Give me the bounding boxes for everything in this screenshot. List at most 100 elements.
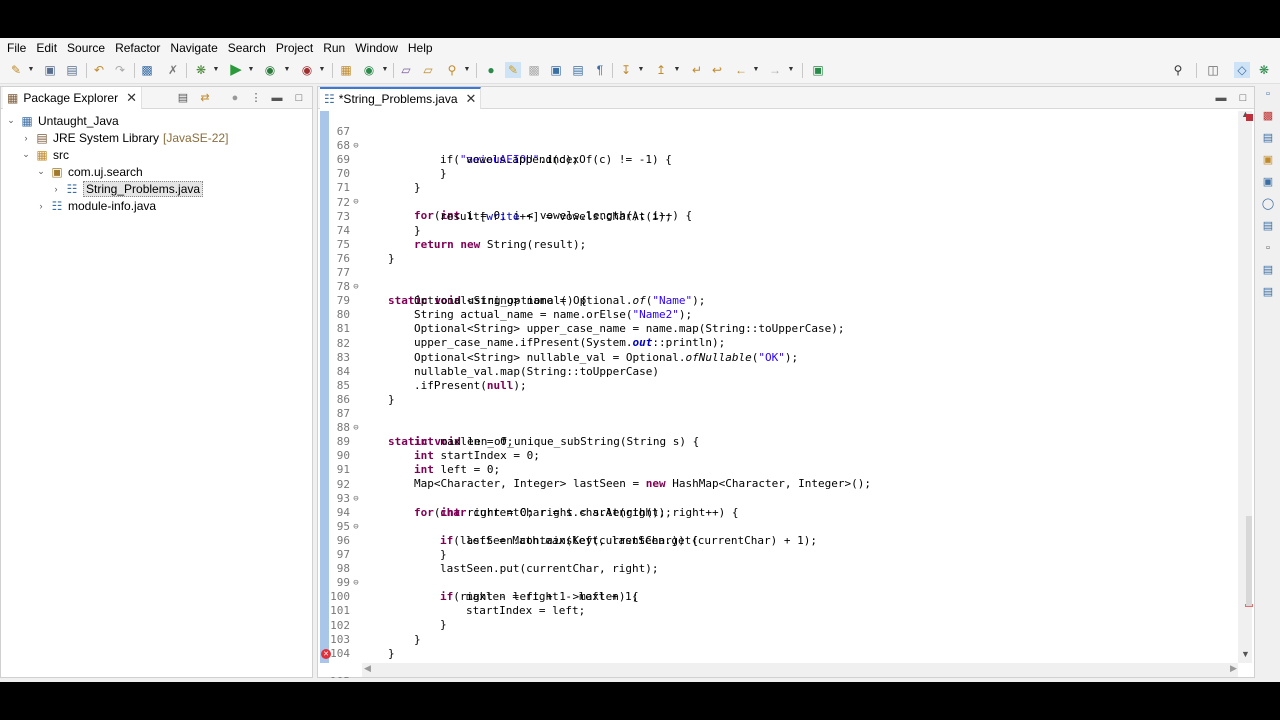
outline-icon[interactable]: ▩: [1260, 108, 1276, 124]
highlight-icon[interactable]: ✎: [505, 62, 521, 78]
coverage-icon[interactable]: ◉: [262, 62, 278, 78]
coverage-dropdown-icon[interactable]: ▼: [283, 62, 291, 78]
menu-source[interactable]: Source: [63, 38, 109, 58]
scroll-down-icon[interactable]: ▼: [1241, 649, 1250, 659]
tree-item-package[interactable]: ⌄ ▣ com.uj.search: [35, 163, 142, 180]
undo-icon[interactable]: ↶: [91, 62, 107, 78]
filter-icon[interactable]: ●: [227, 90, 243, 106]
forward-icon[interactable]: →: [767, 62, 783, 78]
package-explorer-tab[interactable]: ▦ Package Explorer ✕: [3, 87, 142, 109]
tree-item-module-info[interactable]: › ☷ module-info.java: [35, 197, 157, 214]
code-line: 85 }: [318, 365, 1238, 406]
back-history-icon[interactable]: ↩: [709, 62, 725, 78]
expanded-icon[interactable]: ⌄: [35, 166, 47, 177]
menu-window[interactable]: Window: [351, 38, 402, 58]
previous-annotation-icon[interactable]: ↥: [653, 62, 669, 78]
skip-breakpoints-icon[interactable]: ✗: [165, 62, 181, 78]
tree-item-jre[interactable]: › ▤ JRE System Library [JavaSE-22]: [20, 129, 229, 146]
forward-dropdown-icon[interactable]: ▼: [787, 62, 795, 78]
package-explorer-view: ▦ Package Explorer ✕ ▤ ⇄ ● ⋮ ▬ □ ⌄ ▦ Unt…: [0, 86, 313, 678]
menu-help[interactable]: Help: [404, 38, 437, 58]
java-perspective-icon[interactable]: ◇: [1234, 62, 1250, 78]
new-class-dropdown-icon[interactable]: ▼: [381, 62, 389, 78]
search-icon[interactable]: ⚲: [1170, 62, 1186, 78]
console-icon[interactable]: ▣: [1260, 174, 1276, 190]
search-tool-icon[interactable]: ⚲: [444, 62, 460, 78]
task-list-icon[interactable]: ▤: [1260, 130, 1276, 146]
problems-icon[interactable]: ◯: [1260, 196, 1276, 212]
expanded-icon[interactable]: ⌄: [20, 149, 32, 160]
word-wrap-icon[interactable]: ▤: [570, 62, 586, 78]
last-edit-location-icon[interactable]: ↵: [689, 62, 705, 78]
restore-icon[interactable]: ▫: [1260, 240, 1276, 256]
back-dropdown-icon[interactable]: ▼: [752, 62, 760, 78]
minimize-icon[interactable]: ▬: [269, 90, 285, 106]
show-whitespace-icon[interactable]: ▣: [548, 62, 564, 78]
declaration-icon[interactable]: ▤: [1260, 218, 1276, 234]
tree-item-src[interactable]: ⌄ ▦ src: [20, 146, 69, 163]
pin-editor-icon[interactable]: ▣: [810, 62, 826, 78]
view-menu-icon[interactable]: ⋮: [248, 90, 264, 106]
next-annotation-icon[interactable]: ↧: [618, 62, 634, 78]
menu-refactor[interactable]: Refactor: [111, 38, 164, 58]
error-summary-icon[interactable]: [1246, 114, 1253, 121]
back-icon[interactable]: ←: [733, 62, 749, 78]
collapsed-icon[interactable]: ›: [20, 133, 32, 143]
paragraph-icon[interactable]: ¶: [592, 62, 608, 78]
save-icon[interactable]: ▣: [42, 62, 58, 78]
collapsed-icon[interactable]: ›: [50, 184, 62, 194]
debug-dropdown-icon[interactable]: ▼: [212, 62, 220, 78]
code-line: 74 return new String(result);: [318, 210, 1238, 251]
link-with-editor-icon[interactable]: ⇄: [197, 90, 213, 106]
new-class-icon[interactable]: ◉: [361, 62, 377, 78]
run-dropdown-icon[interactable]: ▼: [247, 62, 255, 78]
error-icon[interactable]: ✕: [321, 648, 331, 659]
javadoc-icon[interactable]: ▣: [1260, 152, 1276, 168]
editor-horizontal-scrollbar[interactable]: ◀ ▶: [362, 663, 1238, 677]
collapse-all-icon[interactable]: ▤: [175, 90, 191, 106]
new-icon[interactable]: ✎: [8, 62, 24, 78]
external-tools-dropdown-icon[interactable]: ▼: [318, 62, 326, 78]
run-icon[interactable]: ▶: [228, 62, 244, 78]
search-tool-dropdown-icon[interactable]: ▼: [463, 62, 471, 78]
toolbar-separator: [476, 63, 477, 78]
tree-item-project[interactable]: ⌄ ▦ Untaught_Java: [5, 112, 119, 129]
scroll-right-icon[interactable]: ▶: [1230, 663, 1237, 674]
restore-icon[interactable]: ▫: [1260, 86, 1276, 102]
menu-edit[interactable]: Edit: [32, 38, 61, 58]
maximize-icon[interactable]: □: [291, 90, 307, 106]
menu-navigate[interactable]: Navigate: [166, 38, 221, 58]
next-annotation-dropdown-icon[interactable]: ▼: [637, 62, 645, 78]
close-icon[interactable]: ✕: [466, 91, 477, 107]
open-resource-icon[interactable]: ▱: [420, 62, 436, 78]
collapsed-icon[interactable]: ›: [35, 201, 47, 211]
block-selection-icon[interactable]: ▩: [526, 62, 542, 78]
new-dropdown-icon[interactable]: ▼: [27, 62, 35, 78]
menu-file[interactable]: File: [3, 38, 30, 58]
debug-icon[interactable]: ❋: [193, 62, 209, 78]
terminal-icon[interactable]: ▩: [139, 62, 155, 78]
scroll-left-icon[interactable]: ◀: [364, 663, 371, 674]
tree-item-string-problems[interactable]: › ☷ String_Problems.java: [50, 180, 204, 197]
redo-icon[interactable]: ↷: [112, 62, 128, 78]
code-area[interactable]: 67 ⊖ if("aeiouAEIOU".indexOf(c) != -1) {…: [318, 111, 1238, 682]
menu-project[interactable]: Project: [272, 38, 317, 58]
expanded-icon[interactable]: ⌄: [5, 115, 17, 126]
external-tools-icon[interactable]: ◉: [299, 62, 315, 78]
close-icon[interactable]: ✕: [126, 90, 137, 106]
open-type-icon[interactable]: ▱: [398, 62, 414, 78]
new-package-icon[interactable]: ▦: [338, 62, 354, 78]
previous-annotation-dropdown-icon[interactable]: ▼: [673, 62, 681, 78]
search-view-icon[interactable]: ▤: [1260, 284, 1276, 300]
menu-run[interactable]: Run: [319, 38, 349, 58]
menu-search[interactable]: Search: [224, 38, 270, 58]
debug-perspective-icon[interactable]: ❋: [1256, 62, 1272, 78]
open-perspective-icon[interactable]: ◫: [1205, 62, 1221, 78]
overview-ruler-thumb[interactable]: [1246, 516, 1252, 606]
toggle-mark-occurrences-icon[interactable]: ●: [483, 62, 499, 78]
editor-tab-string-problems[interactable]: ☷ *String_Problems.java ✕: [320, 87, 482, 109]
save-all-icon[interactable]: ▤: [64, 62, 80, 78]
maximize-icon[interactable]: □: [1235, 90, 1251, 106]
hierarchy-icon[interactable]: ▤: [1260, 262, 1276, 278]
minimize-icon[interactable]: ▬: [1213, 90, 1229, 106]
